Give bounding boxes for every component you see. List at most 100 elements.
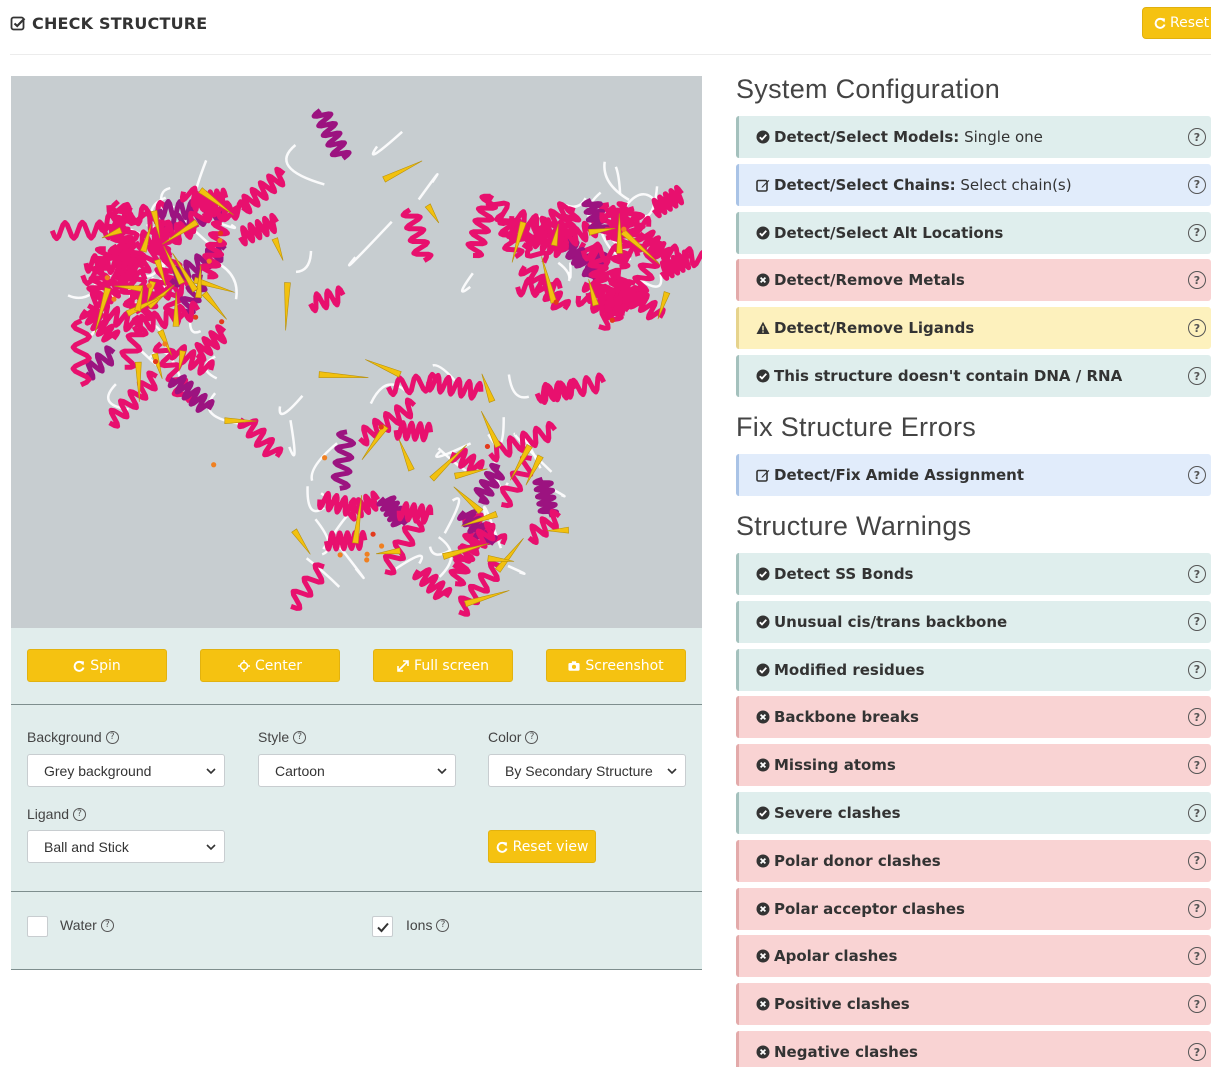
expand-icon [397, 659, 409, 672]
chevron-down-icon [206, 844, 216, 851]
help-icon[interactable]: ? [105, 730, 119, 744]
check-item-label: Detect/Select Chains: Select chain(s) [774, 175, 1072, 194]
edit-icon [756, 469, 770, 482]
check-circle-icon [756, 806, 770, 820]
help-icon[interactable]: ? [1188, 660, 1206, 679]
molecule-viewer[interactable] [11, 76, 702, 628]
help-icon[interactable]: ? [1188, 271, 1206, 290]
check-circle-icon [756, 226, 770, 240]
help-icon[interactable]: ? [525, 730, 539, 744]
color-select[interactable]: By Secondary Structure [488, 754, 686, 787]
help-icon[interactable]: ? [1188, 175, 1206, 194]
help-icon[interactable]: ? [1188, 466, 1206, 484]
check-item-row[interactable]: Polar donor clashes? [736, 839, 1211, 882]
refresh-icon [73, 660, 85, 672]
ligand-select-value: Ball and Stick [44, 838, 129, 855]
check-circle-icon [756, 615, 770, 629]
check-item-row[interactable]: Positive clashes? [736, 983, 1211, 1026]
style-select[interactable]: Cartoon [258, 754, 456, 787]
check-item-label: Detect SS Bonds [774, 565, 914, 583]
help-icon[interactable]: ? [1188, 947, 1206, 966]
help-icon[interactable]: ? [1188, 612, 1206, 631]
ligand-label: Ligand ? [27, 806, 87, 822]
ions-label-text: Ions [406, 917, 433, 933]
times-circle-icon [756, 710, 770, 724]
crosshairs-icon [237, 659, 250, 672]
check-item-row[interactable]: This structure doesn't contain DNA / RNA… [736, 355, 1211, 397]
spin-button[interactable]: Spin [27, 649, 167, 682]
chevron-down-icon [206, 768, 216, 775]
help-icon[interactable]: ? [1188, 565, 1206, 583]
check-circle-icon [756, 369, 770, 383]
check-item-label: Negative clashes [774, 1043, 918, 1061]
check-item-row[interactable]: Unusual cis/trans backbone? [736, 600, 1211, 643]
check-item-row[interactable]: Missing atoms? [736, 744, 1211, 787]
check-item-label: Missing atoms [774, 756, 896, 775]
ligand-select[interactable]: Ball and Stick [27, 830, 225, 863]
help-icon[interactable]: ? [293, 730, 307, 744]
screenshot-label: Screenshot [585, 657, 664, 674]
check-item-row[interactable]: Detect/Select Chains: Select chain(s)? [736, 163, 1211, 206]
reset-button[interactable]: Reset [1142, 7, 1211, 39]
fix-structure-errors-title: Fix Structure Errors [736, 412, 977, 442]
check-item-row[interactable]: Detect SS Bonds? [736, 553, 1211, 595]
water-checkbox[interactable] [27, 916, 48, 937]
help-icon[interactable]: ? [1188, 804, 1206, 822]
check-item-row[interactable]: Severe clashes? [736, 792, 1211, 834]
fullscreen-button[interactable]: Full screen [373, 649, 513, 682]
check-item-row[interactable]: Detect/Fix Amide Assignment? [736, 454, 1211, 496]
help-icon[interactable]: ? [1188, 1043, 1206, 1061]
help-icon[interactable]: ? [1188, 756, 1206, 775]
help-icon[interactable]: ? [73, 807, 87, 821]
page-title: CHECK STRUCTURE [10, 10, 207, 36]
help-icon[interactable]: ? [100, 918, 114, 932]
ions-checkbox[interactable] [372, 916, 393, 937]
controls-divider [11, 891, 702, 892]
check-item-row[interactable]: Detect/Remove Metals? [736, 259, 1211, 302]
check-item-row[interactable]: Detect/Select Alt Locations? [736, 211, 1211, 254]
ligand-label-text: Ligand [27, 806, 70, 822]
help-icon[interactable]: ? [1188, 223, 1206, 242]
background-select-value: Grey background [44, 762, 152, 779]
spin-label: Spin [90, 657, 121, 674]
check-item-row[interactable]: Polar acceptor clashes? [736, 887, 1211, 930]
header-divider [10, 54, 1211, 55]
screenshot-button[interactable]: Screenshot [546, 649, 686, 682]
system-configuration-title: System Configuration [736, 74, 1001, 104]
reset-view-label: Reset view [512, 838, 589, 855]
times-circle-icon [756, 1045, 770, 1059]
style-select-value: Cartoon [275, 762, 325, 779]
camera-icon [568, 660, 580, 671]
check-item-label: Modified residues [774, 660, 925, 679]
color-label-text: Color [488, 729, 522, 745]
times-circle-icon [756, 273, 770, 287]
help-icon[interactable]: ? [1188, 851, 1206, 870]
times-circle-icon [756, 854, 770, 868]
water-label-text: Water [60, 917, 97, 933]
help-icon[interactable]: ? [1188, 319, 1206, 338]
check-item-label: Apolar clashes [774, 947, 898, 966]
check-item-row[interactable]: Detect/Select Models: Single one? [736, 116, 1211, 158]
edit-icon [756, 179, 770, 192]
reset-view-button[interactable]: Reset view [488, 830, 596, 863]
help-icon[interactable]: ? [436, 918, 450, 932]
background-select[interactable]: Grey background [27, 754, 225, 787]
check-item-label: Polar acceptor clashes [774, 899, 965, 918]
times-circle-icon [756, 758, 770, 772]
warning-triangle-icon [756, 321, 770, 335]
help-icon[interactable]: ? [1188, 899, 1206, 918]
style-label-text: Style [258, 729, 290, 745]
check-item-row[interactable]: Modified residues? [736, 648, 1211, 691]
help-icon[interactable]: ? [1188, 128, 1206, 146]
check-item-row[interactable]: Detect/Remove Ligands? [736, 307, 1211, 350]
page-title-text: CHECK STRUCTURE [32, 13, 208, 33]
style-label: Style ? [258, 729, 307, 745]
help-icon[interactable]: ? [1188, 995, 1206, 1014]
center-button[interactable]: Center [200, 649, 340, 682]
structure-warnings-title: Structure Warnings [736, 511, 972, 541]
help-icon[interactable]: ? [1188, 367, 1206, 385]
check-item-row[interactable]: Apolar clashes? [736, 935, 1211, 978]
check-item-row[interactable]: Backbone breaks? [736, 696, 1211, 739]
help-icon[interactable]: ? [1188, 708, 1206, 727]
check-item-row[interactable]: Negative clashes? [736, 1031, 1211, 1067]
